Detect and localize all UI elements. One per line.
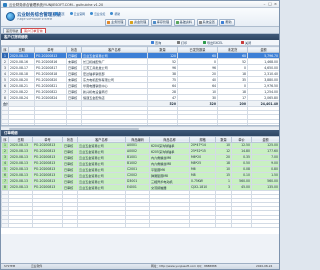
- query-button[interactable]: 查询: [151, 41, 161, 46]
- scrollbar-thumb[interactable]: [9, 127, 139, 130]
- order-detail-table: 序 日期 单号 状态 客户名称 商品编码 商品名称 规格 数量 单价 金额 12…: [1, 135, 279, 229]
- close-icon: [241, 41, 244, 45]
- menu-item-label: 系统设置: [202, 19, 215, 24]
- tab-bar: 首页导航 客户订单查询: [1, 27, 279, 34]
- status-company: 云业软件: [31, 264, 43, 269]
- menu-item-basic-data[interactable]: 基础资料: [173, 19, 195, 26]
- menu-item-label: 帮助: [225, 19, 232, 24]
- box-icon: [152, 20, 156, 24]
- print-button[interactable]: 打印: [177, 41, 187, 46]
- menu-item-label: 库存管理: [156, 19, 170, 24]
- main-menu: 业务管理 资金管理 库存管理 基础资料 系统设置 帮助: [105, 19, 235, 26]
- close-button-label: 关闭: [245, 40, 252, 45]
- print-icon: [177, 41, 180, 45]
- title-bar: 云业财务综合管理系统/YUNJIESOFT.COM.. guihuiche v1…: [1, 1, 279, 8]
- quick-link-label: 云业官网: [73, 11, 85, 16]
- empty-cell: [1, 222, 9, 229]
- quick-link-help[interactable]: 帮助: [110, 12, 120, 16]
- empty-cell: [189, 222, 216, 229]
- order-summary-rows: 1 2020-08-13 PO-20200813 已审核 云业五金贸易公司 120 60 60…: [1, 52, 279, 125]
- order-detail-rows: 1 2020-08-13 PO-20200813 已审核 云业五金贸易公司 A0001 62…: [1, 141, 279, 229]
- order-summary-grid: 序 日期 单号 状态 客户名称 数量 已发货数量 未发货 金额 1 2020-08…: [1, 46, 279, 126]
- window-title: 云业财务综合管理系统/YUNJIESOFT.COM.. guihuiche v1…: [9, 3, 104, 8]
- quick-link-website[interactable]: 云业官网: [69, 11, 85, 16]
- status-user: SYSTEM: [4, 264, 16, 269]
- export-excel-button[interactable]: 导出EXCEL: [203, 41, 223, 46]
- home-icon: [55, 12, 58, 15]
- query-button-label: 查询: [155, 40, 162, 45]
- empty-cell: [77, 222, 126, 229]
- logo-mark-icon: [6, 12, 15, 21]
- empty-cell: [125, 222, 150, 229]
- empty-cell: [251, 222, 279, 229]
- close-window-icon[interactable]: ×: [273, 1, 278, 7]
- folder-icon: [107, 20, 110, 24]
- menu-item-label: 资金管理: [133, 19, 147, 24]
- quick-link-label: 首页: [59, 11, 65, 16]
- print-button-label: 打印: [181, 40, 188, 45]
- menu-item-label: 业务管理: [111, 19, 124, 24]
- empty-cell: [231, 222, 252, 229]
- menu-item-inventory[interactable]: 库存管理: [150, 19, 173, 26]
- quick-link-forum[interactable]: 云业论坛: [90, 12, 105, 16]
- empty-cell: [215, 222, 232, 229]
- app-icon: [3, 2, 7, 7]
- menu-item-funds[interactable]: 资金管理: [127, 19, 150, 26]
- status-website: 网址：http://www.yunjiesoft.com QQ：8888888: [151, 264, 217, 269]
- chat-icon: [90, 12, 94, 15]
- quick-link-label: 云业论坛: [94, 11, 106, 16]
- app-header: 云业财务综合管理系统 YUNJIE SOFTWARE SYSTEM 首页 云业官…: [1, 8, 279, 27]
- logo-subtitle: YUNJIE SOFTWARE SYSTEM: [17, 17, 52, 21]
- quick-link-label: 帮助: [114, 11, 121, 16]
- horizontal-scrollbar[interactable]: [1, 126, 279, 130]
- globe-icon: [69, 12, 73, 15]
- menu-item-business[interactable]: 业务管理: [105, 19, 127, 26]
- tab-home-navigation[interactable]: 首页导航: [3, 27, 22, 33]
- tab-customer-order-query[interactable]: 客户订单查询: [21, 27, 46, 33]
- empty-cell: [149, 222, 190, 229]
- minimize-icon[interactable]: –: [262, 1, 267, 7]
- app-window: 云业财务综合管理系统/YUNJIESOFT.COM.. guihuiche v1…: [0, 0, 280, 270]
- empty-row: [1, 222, 279, 229]
- status-time: 2020-08-24: [256, 264, 273, 269]
- menu-item-settings[interactable]: 系统设置: [196, 19, 218, 26]
- order-summary-table: 序 日期 单号 状态 客户名称 数量 已发货数量 未发货 金额 1 2020-08…: [1, 46, 279, 125]
- order-detail-grid: 序 日期 单号 状态 客户名称 商品编码 商品名称 规格 数量 单价 金额 12…: [1, 135, 279, 234]
- excel-icon: [203, 41, 206, 45]
- quick-link-home[interactable]: 首页: [55, 12, 65, 16]
- empty-cell: [8, 222, 33, 229]
- empty-cell: [62, 222, 78, 229]
- search-icon: [151, 41, 154, 45]
- coin-icon: [129, 20, 133, 24]
- menu-item-label: 基础资料: [179, 19, 192, 24]
- book-icon: [175, 20, 179, 24]
- empty-cell: [32, 222, 63, 229]
- menu-item-help[interactable]: 帮助: [219, 19, 235, 26]
- logo: 云业财务综合管理系统 YUNJIE SOFTWARE SYSTEM: [5, 10, 61, 24]
- summary-cell: 合计: [1, 100, 9, 107]
- gear-icon: [198, 20, 202, 24]
- status-bar: SYSTEM 云业软件 网址：http://www.yunjiesoft.com…: [1, 263, 279, 269]
- maximize-icon[interactable]: □: [268, 1, 273, 7]
- toolbar: 查询 打印 导出EXCEL 关闭: [1, 39, 279, 46]
- quick-links: 首页 云业官网 云业论坛 帮助: [55, 12, 124, 16]
- help-icon: [221, 20, 225, 24]
- close-button[interactable]: 关闭: [241, 41, 251, 46]
- export-excel-button-label: 导出EXCEL: [207, 40, 223, 45]
